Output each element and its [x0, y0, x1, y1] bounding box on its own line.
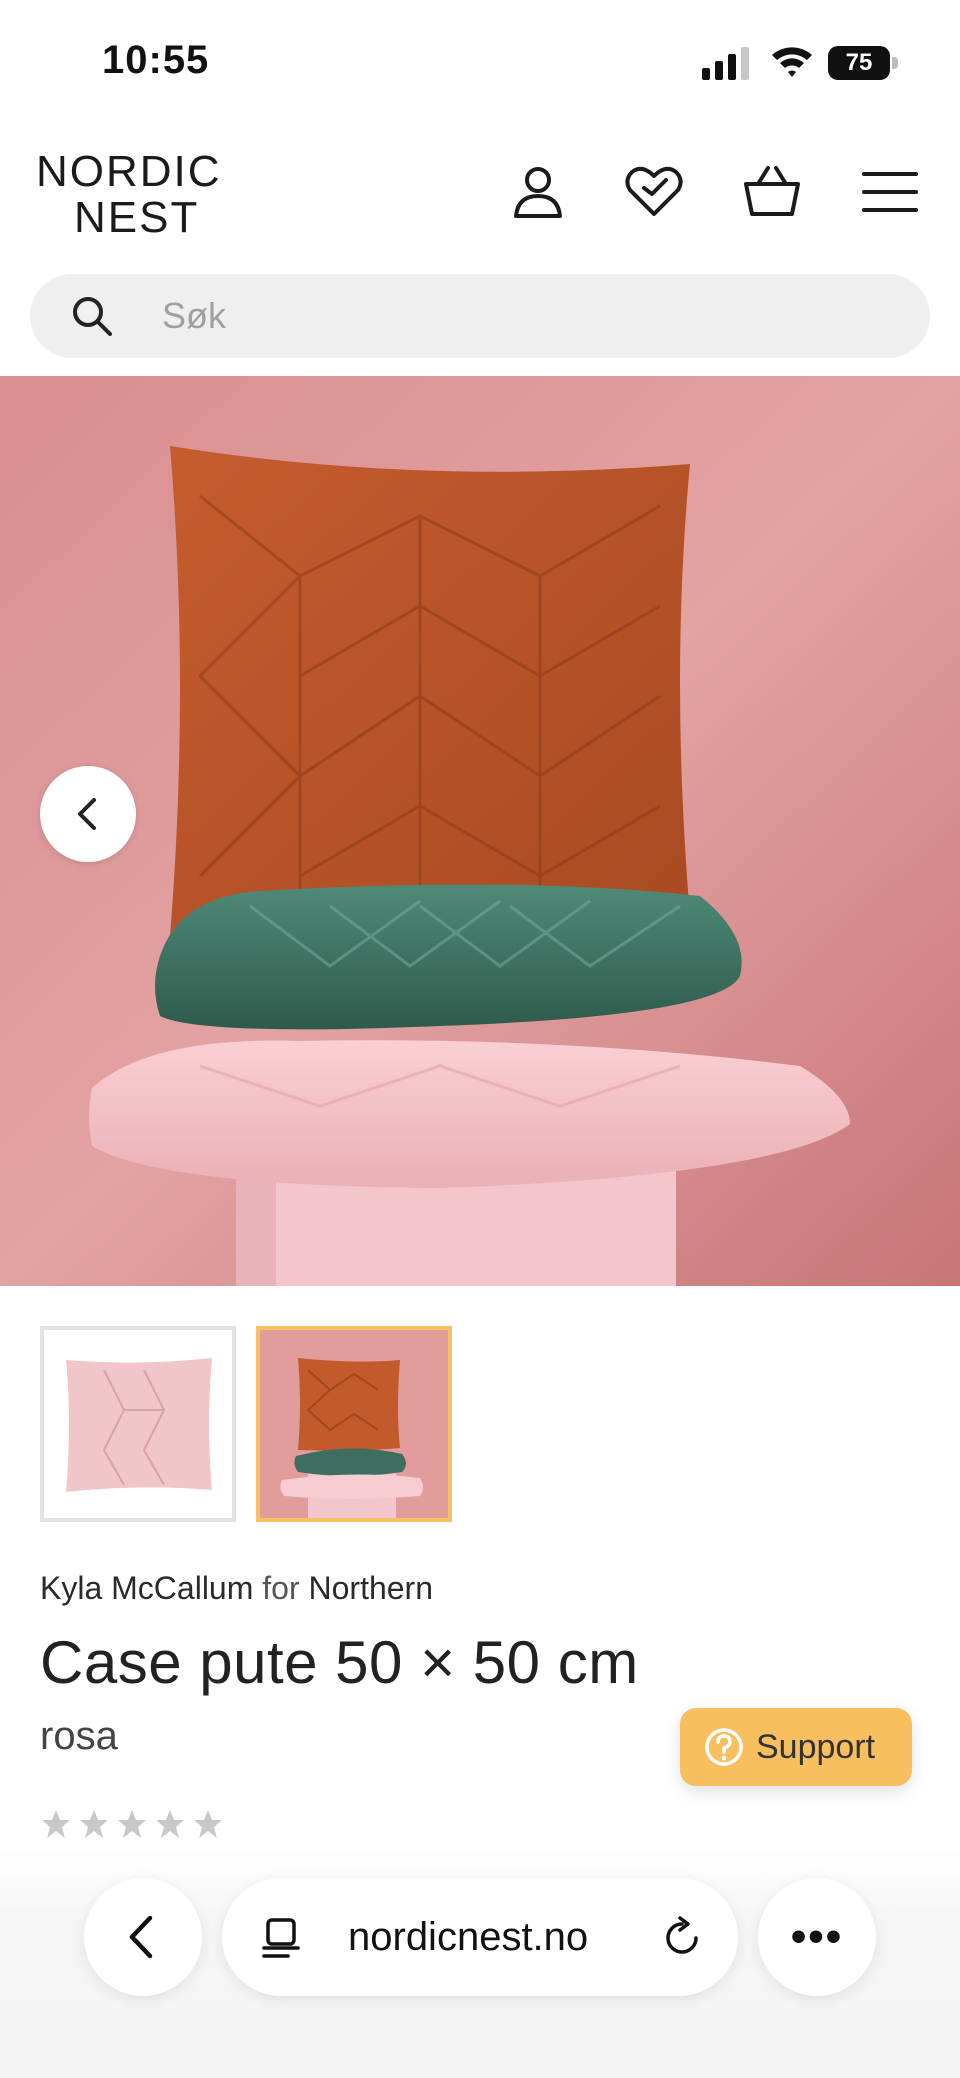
- status-bar: 10:55 75: [0, 0, 960, 120]
- thumbnail-1[interactable]: [40, 1326, 236, 1522]
- search-bar[interactable]: [30, 274, 930, 358]
- support-button[interactable]: Support: [680, 1708, 912, 1786]
- logo-line2: NEST: [74, 193, 200, 242]
- menu-icon[interactable]: [858, 160, 922, 224]
- url-text: nordicnest.no: [348, 1915, 589, 1959]
- wishlist-heart-icon[interactable]: [622, 160, 686, 224]
- product-variant: rosa: [40, 1714, 118, 1758]
- brand-separator: for: [262, 1570, 300, 1606]
- account-icon[interactable]: [506, 160, 570, 224]
- gallery-prev-button[interactable]: [40, 766, 136, 862]
- product-brand-line: Kyla McCallum for Northern: [40, 1570, 433, 1607]
- support-label: Support: [756, 1728, 876, 1766]
- search-icon: [70, 294, 114, 338]
- question-circle-icon: [705, 1728, 743, 1766]
- basket-icon[interactable]: [740, 160, 804, 224]
- wifi-icon: [770, 44, 814, 78]
- search-input[interactable]: [162, 274, 882, 358]
- browser-more-button[interactable]: •••: [758, 1878, 876, 1996]
- battery-icon: 75: [828, 46, 900, 80]
- brand-link[interactable]: Northern: [309, 1570, 434, 1606]
- browser-back-button[interactable]: [84, 1878, 202, 1996]
- star-icon: [118, 1810, 146, 1838]
- star-icon: [194, 1810, 222, 1838]
- product-rating[interactable]: [40, 1808, 224, 1840]
- chevron-left-icon: [78, 798, 96, 830]
- site-header: NORDIC NEST: [0, 120, 960, 260]
- product-main-image[interactable]: [0, 376, 960, 1286]
- logo-line1: NORDIC: [36, 147, 222, 196]
- status-time: 10:55: [102, 38, 210, 82]
- nordic-nest-logo[interactable]: NORDIC NEST: [36, 150, 236, 240]
- star-icon: [80, 1810, 108, 1838]
- browser-url-bar[interactable]: nordicnest.no: [222, 1878, 738, 1996]
- star-icon: [156, 1810, 184, 1838]
- reload-icon[interactable]: [660, 1916, 704, 1960]
- designer-link[interactable]: Kyla McCallum: [40, 1570, 253, 1606]
- thumbnail-2[interactable]: [256, 1326, 452, 1522]
- reader-mode-icon[interactable]: [260, 1916, 304, 1960]
- product-title: Case pute 50 × 50 cm: [40, 1629, 639, 1696]
- cellular-signal-icon: [700, 46, 752, 80]
- battery-level: 75: [845, 49, 873, 76]
- more-icon: •••: [790, 1912, 844, 1961]
- back-arrow-icon: [129, 1915, 153, 1959]
- star-icon: [42, 1810, 70, 1838]
